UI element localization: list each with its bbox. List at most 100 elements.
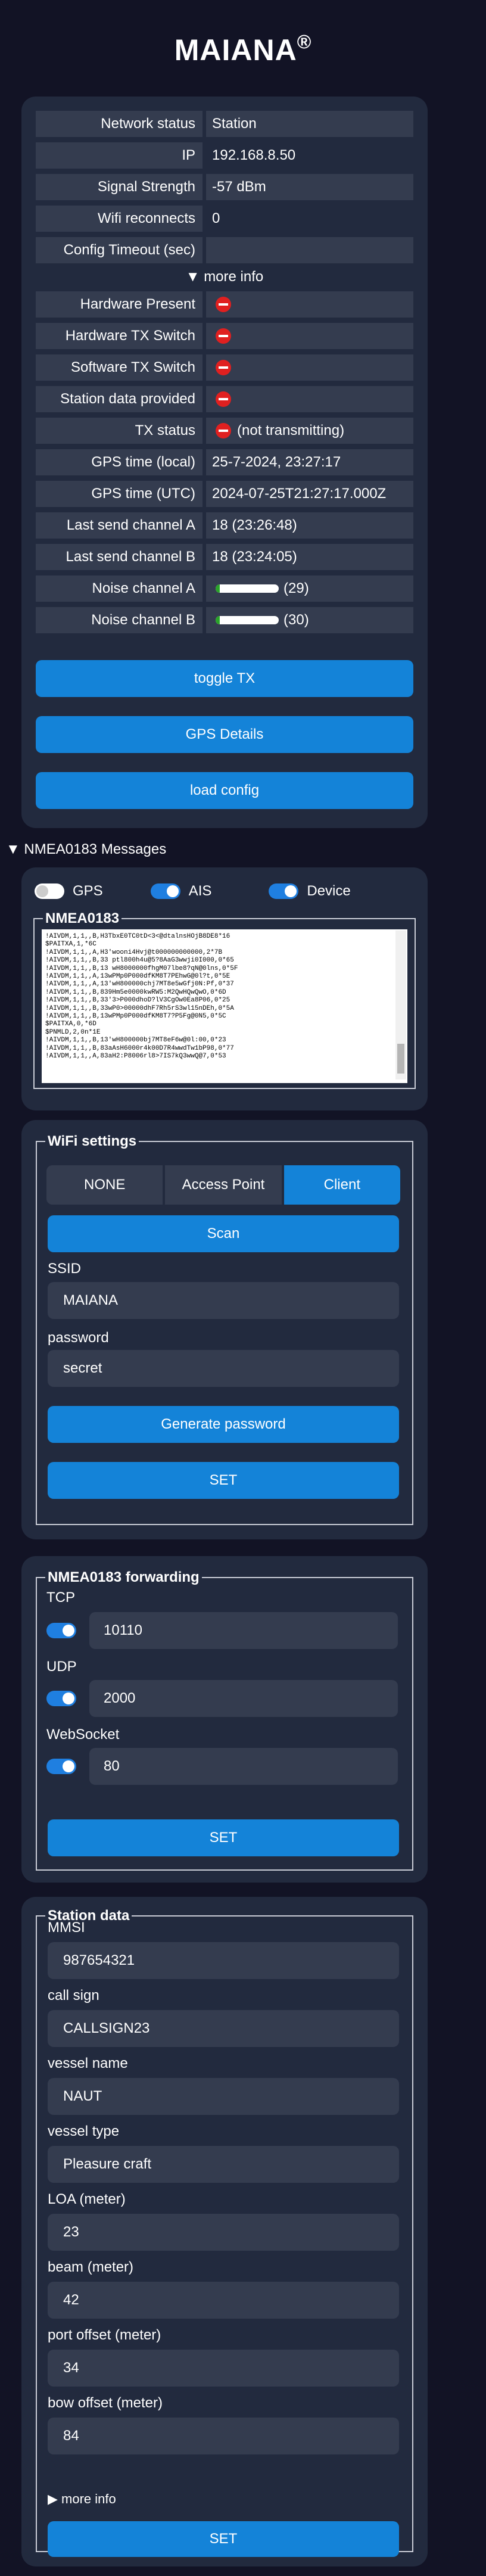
status-value: Station — [206, 111, 413, 137]
status-value — [206, 386, 413, 412]
wifi-mode-client[interactable]: Client — [284, 1165, 400, 1205]
port-offset-meter-field[interactable]: 34 — [48, 2350, 399, 2387]
noise-meter — [216, 584, 279, 593]
station-set-button[interactable]: SET — [48, 2521, 399, 2557]
websocket-label: WebSocket — [46, 1726, 120, 1743]
password-field[interactable]: secret — [48, 1350, 399, 1387]
nmea-messages-toggle[interactable]: ▼ NMEA0183 Messages — [6, 841, 166, 858]
status-label: Last send channel B — [36, 544, 202, 570]
status-row-last-send-channel-b: Last send channel B 18 (23:24:05) — [36, 542, 413, 573]
tcp-port-field[interactable]: 10110 — [89, 1612, 398, 1649]
gps-details-button[interactable]: GPS Details — [36, 716, 413, 753]
udp-port-field[interactable]: 2000 — [89, 1680, 398, 1717]
device-toggle-label: Device — [307, 883, 351, 899]
forwarding-content: TCP 10110 UDP 2000 WebSocket 80 SET — [36, 1569, 413, 1871]
status-value: (30) — [206, 607, 413, 633]
noise-value: (30) — [284, 612, 309, 628]
nmea-filter-toggles: GPS AIS Device — [35, 883, 404, 900]
status-label: Station data provided — [36, 386, 202, 412]
scan-button[interactable]: Scan — [48, 1215, 399, 1252]
vessel-name-field[interactable]: NAUT — [48, 2078, 399, 2115]
status-row-hardware-tx-switch: Hardware TX Switch — [36, 321, 413, 351]
nmea-line: $PAITXA,0,*6D — [45, 1021, 96, 1028]
forwarding-set-button[interactable]: SET — [48, 1819, 399, 1856]
call-sign-field[interactable]: CALLSIGN23 — [48, 2010, 399, 2047]
wifi-card: WiFi settings NONE Access Point Client S… — [21, 1120, 428, 1539]
mmsi-field[interactable]: 987654321 — [48, 1942, 399, 1979]
bow-offset-meter-field[interactable]: 84 — [48, 2418, 399, 2454]
more-info-toggle[interactable]: ▼ more info — [36, 266, 413, 289]
wifi-set-button[interactable]: SET — [48, 1462, 399, 1499]
loa-meter-label: LOA (meter) — [48, 2191, 126, 2207]
nmea-line: !AIVDM,1,1,,B,13wPMp0P000dfKM8T7?P5Fg@0N… — [45, 1013, 226, 1021]
gps-toggle-label: GPS — [73, 883, 103, 899]
udp-toggle[interactable] — [46, 1691, 76, 1706]
status-card: Network status Station IP 192.168.8.50 Signa… — [21, 97, 428, 828]
device-toggle[interactable] — [269, 883, 299, 899]
udp-label: UDP — [46, 1659, 77, 1675]
nmea-line: !AIVDM,1,1,,B,33 ptl800h4u@5?8AaG3wwji0I… — [45, 957, 234, 965]
error-icon — [216, 391, 231, 407]
nmea-line: !AIVDM,1,1,,B,13'wH800000bj7MT8eF6w@0l:0… — [45, 1037, 226, 1044]
load-config-button[interactable]: load config — [36, 772, 413, 809]
call-sign-label: call sign — [48, 1987, 99, 2003]
status-value: -57 dBm — [206, 174, 413, 200]
ssid-field[interactable]: MAIANA — [48, 1282, 399, 1319]
station-content: ▶ more info SET MMSI 987654321 call sign CA… — [36, 1908, 413, 2557]
status-row-tx-status: TX status (not transmitting) — [36, 415, 413, 446]
status-value: 192.168.8.50 — [212, 147, 296, 163]
status-value: (not transmitting) — [206, 418, 413, 444]
noise-value: (29) — [284, 580, 309, 596]
status-value: 25-7-2024, 23:27:17 — [206, 449, 413, 475]
nmea-line: !AIVDM,1,1,,A,13'wH800000chj7MT8e5wGfj0N… — [45, 981, 234, 988]
status-label: IP — [36, 142, 202, 169]
status-label: Config Timeout (sec) — [36, 237, 202, 263]
error-icon — [216, 360, 231, 375]
status-value — [206, 354, 413, 381]
beam-meter-label: beam (meter) — [48, 2259, 134, 2275]
websocket-toggle[interactable] — [46, 1759, 76, 1774]
status-value: 18 (23:26:48) — [206, 512, 413, 539]
status-value — [206, 237, 413, 263]
status-label: Software TX Switch — [36, 354, 202, 381]
nmea-log[interactable]: !AIVDM,1,1,,B,H3TbxE0TC0tD<3<@dtalnsHOjB… — [42, 929, 407, 1083]
ssid-label: SSID — [48, 1261, 82, 1277]
status-label: Noise channel A — [36, 575, 202, 602]
wifi-mode-access-point[interactable]: Access Point — [165, 1165, 282, 1205]
status-label: Network status — [36, 111, 202, 137]
nmea-log-scrollbar[interactable] — [395, 931, 406, 1079]
nmea-line: !AIVDM,1,1,,A,H3'wooni4Hvj@t000000000000… — [45, 948, 223, 956]
status-value: 2024-07-25T21:27:17.000Z — [206, 481, 413, 507]
nmea-line: !AIVDM,1,1,,B,13 wH8000000fhgM07lbe8?qN@… — [45, 965, 238, 972]
station-more-info-toggle[interactable]: ▶ more info — [48, 2491, 116, 2507]
nmea-legend: NMEA0183 — [45, 910, 120, 926]
status-value-text: (not transmitting) — [237, 422, 345, 438]
nmea-line: !AIVDM,1,1,,A,83aH2:P8006rl8>7IS7kQ3wwQ@… — [45, 1053, 226, 1060]
forwarding-card: NMEA0183 forwarding TCP 10110 UDP 2000 W… — [21, 1556, 428, 1883]
wifi-mode-none[interactable]: NONE — [46, 1165, 163, 1205]
ais-toggle[interactable] — [150, 883, 180, 899]
vessel-type-field[interactable]: Pleasure craft — [48, 2146, 399, 2183]
beam-meter-field[interactable]: 42 — [48, 2282, 399, 2319]
wifi-content: NONE Access Point Client Scan SSID MAIAN… — [36, 1133, 413, 1525]
status-label: GPS time (local) — [36, 449, 202, 475]
tcp-toggle[interactable] — [46, 1623, 76, 1638]
status-label: GPS time (UTC) — [36, 481, 202, 507]
nmea-line: !AIVDM,1,1,,B,33'3>P000dhoD?lV3CgOw0Ea8P… — [45, 997, 230, 1004]
app-title: MAIANA® — [174, 31, 312, 67]
gps-toggle[interactable] — [35, 883, 64, 899]
status-row-noise-channel-b: Noise channel B (30) — [36, 605, 413, 636]
generate-password-button[interactable]: Generate password — [48, 1406, 399, 1443]
status-label: Hardware Present — [36, 291, 202, 318]
websocket-port-field[interactable]: 80 — [89, 1748, 398, 1785]
password-label: password — [48, 1330, 109, 1346]
status-row-last-send-channel-a: Last send channel A 18 (23:26:48) — [36, 510, 413, 541]
vessel-type-label: vessel type — [48, 2123, 120, 2139]
toggle-tx-button[interactable]: toggle TX — [36, 660, 413, 697]
nmea-card: GPS AIS Device NMEA0183 !AIVDM,1,1,,B,H3… — [21, 867, 428, 1110]
status-label: Last send channel A — [36, 512, 202, 539]
nmea-log-wrapper: !AIVDM,1,1,,B,H3TbxE0TC0tD<3<@dtalnsHOjB… — [42, 929, 407, 1083]
loa-meter-field[interactable]: 23 — [48, 2214, 399, 2251]
status-value: 0 — [212, 210, 220, 226]
status-row-noise-channel-a: Noise channel A (29) — [36, 573, 413, 604]
